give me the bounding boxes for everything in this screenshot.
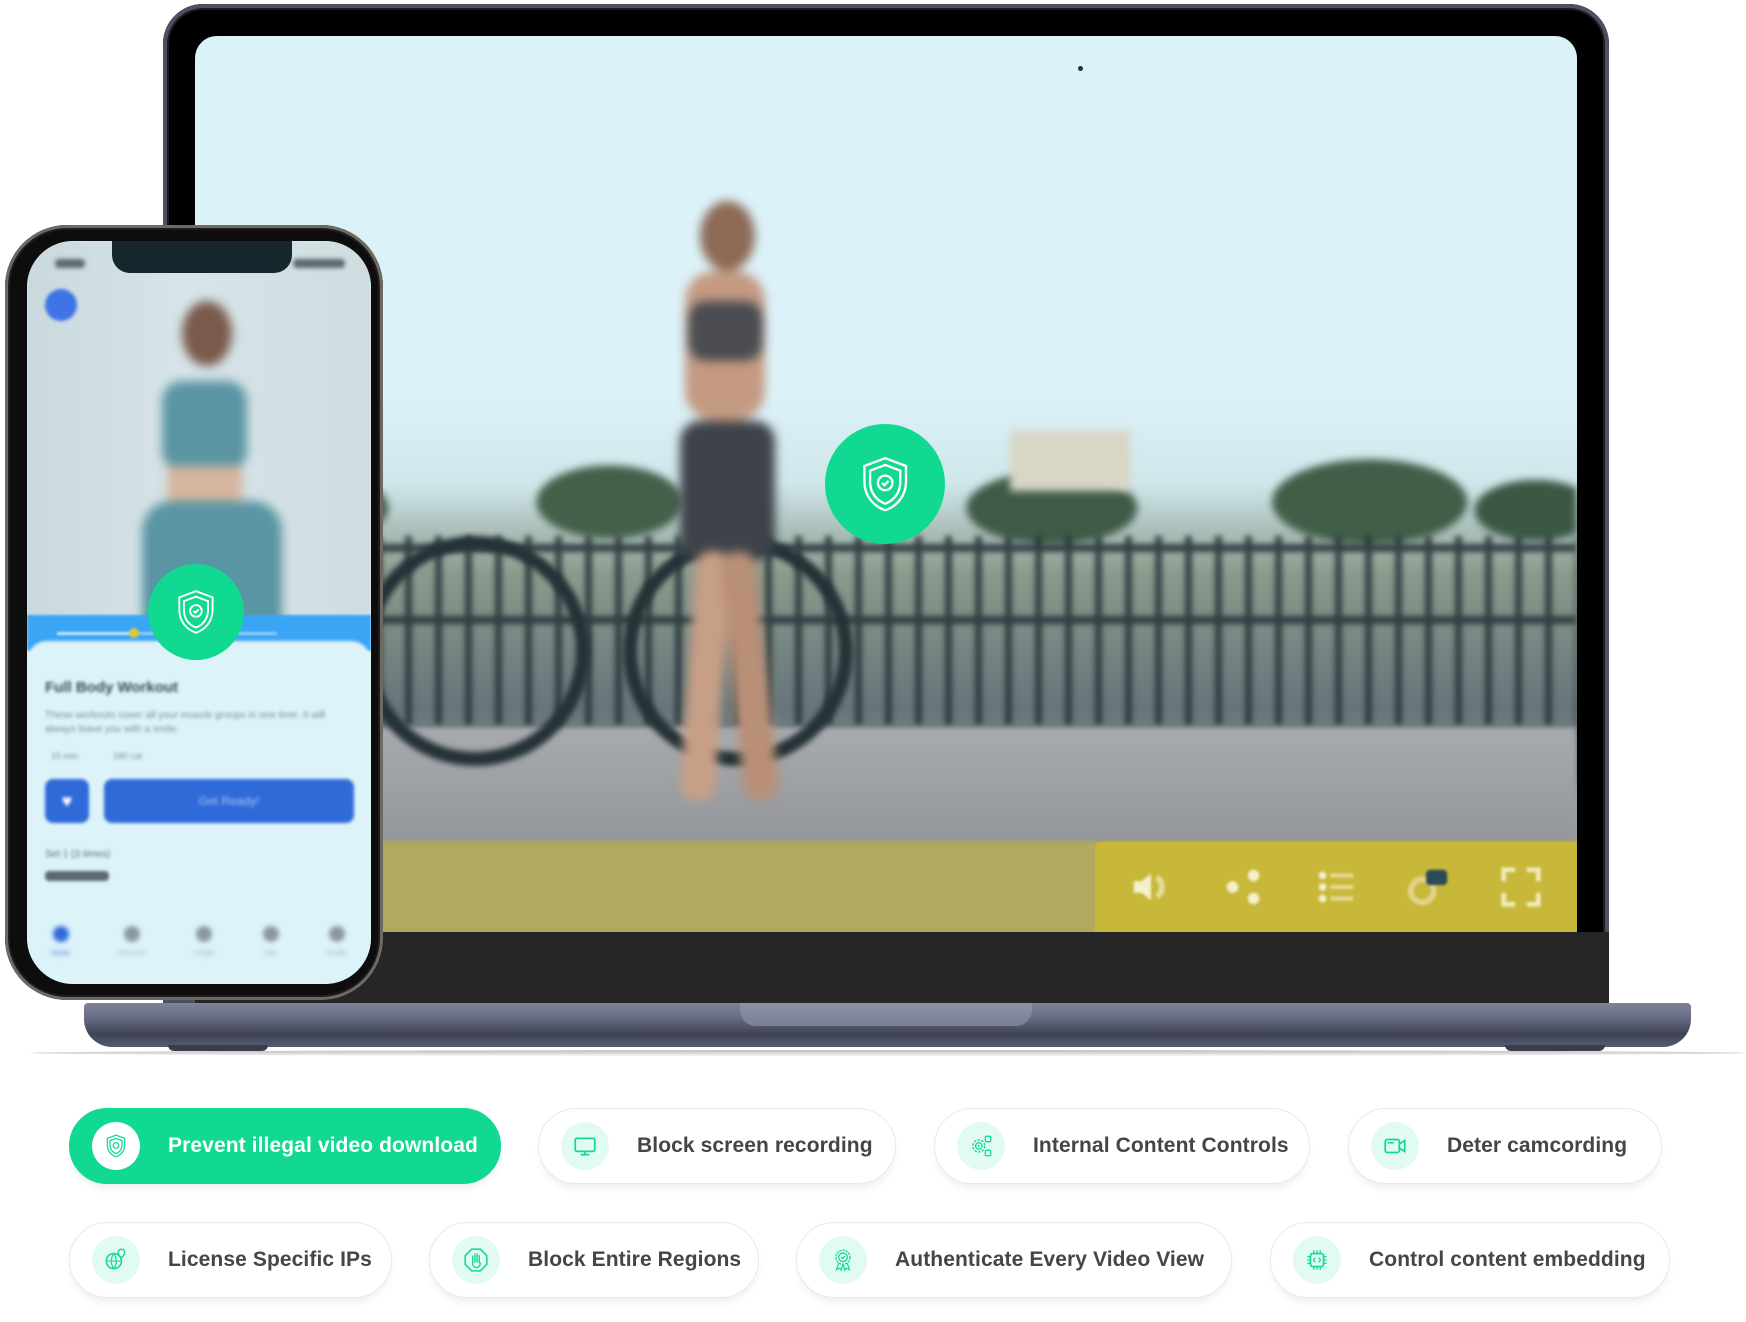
share-icon — [1226, 869, 1259, 905]
workout-card: Full Body Workout These workouts cover a… — [27, 641, 371, 984]
feature-pill-authenticate-video-view[interactable]: Authenticate Every Video View — [796, 1222, 1232, 1298]
laptop-shadow — [30, 1050, 1746, 1056]
fullscreen-icon — [1501, 867, 1541, 907]
speaker-icon — [1133, 873, 1165, 901]
feature-pill-block-screen-recording[interactable]: Block screen recording — [538, 1108, 896, 1184]
pill-icon-wrap — [957, 1122, 1005, 1170]
feature-pill-prevent-download[interactable]: Prevent illegal video download — [69, 1108, 501, 1184]
tab-diet[interactable]: Diet — [262, 926, 279, 957]
pill-icon-wrap — [561, 1122, 609, 1170]
feature-pill-block-entire-regions[interactable]: Block Entire Regions — [429, 1222, 759, 1298]
globe-pin-icon — [105, 1248, 126, 1270]
pill-label: Internal Content Controls — [1033, 1134, 1289, 1157]
pill-icon-wrap — [1293, 1236, 1341, 1284]
video-scene-person — [660, 201, 800, 841]
get-ready-button[interactable]: Get Ready! — [104, 779, 354, 823]
status-icons — [293, 259, 345, 268]
protection-badge-laptop — [825, 424, 945, 544]
tab-home[interactable]: Home — [51, 926, 70, 957]
diet-icon — [262, 926, 279, 942]
playlist-button[interactable] — [1309, 860, 1363, 914]
player-control-bar — [1095, 842, 1577, 932]
tab-profile[interactable]: Profile — [327, 926, 347, 957]
tab-discover[interactable]: Discover — [118, 926, 145, 957]
pill-icon-wrap — [92, 1122, 140, 1170]
workout-description: These workouts cover all your muscle gro… — [45, 710, 326, 735]
video-scene-building — [1010, 431, 1130, 491]
workout-calories-chip: 180 cal — [113, 751, 143, 761]
workout-duration-chip: 15 min — [51, 751, 79, 761]
feature-pill-deter-camcording[interactable]: Deter camcording — [1348, 1108, 1662, 1184]
pill-label: Control content embedding — [1369, 1248, 1646, 1271]
laptop-bezel-bottom — [195, 932, 1609, 1004]
pill-icon-wrap — [1371, 1122, 1419, 1170]
camera-dot — [1078, 66, 1083, 71]
phone-tab-bar: Home Discover Insight Diet Profile — [27, 914, 371, 984]
back-button[interactable] — [45, 289, 77, 321]
dynamic-island — [112, 241, 292, 273]
stop-hand-icon — [464, 1248, 488, 1272]
pill-icon-wrap — [819, 1236, 867, 1284]
laptop-base-notch — [740, 1003, 1032, 1026]
cast-icon — [1408, 869, 1448, 906]
pill-label: License Specific IPs — [168, 1248, 372, 1271]
pill-label: Block screen recording — [637, 1134, 873, 1157]
shield-check-icon — [178, 590, 214, 634]
cast-button[interactable] — [1401, 860, 1455, 914]
pill-label: Prevent illegal video download — [168, 1134, 478, 1157]
pill-label: Block Entire Regions — [528, 1248, 742, 1271]
home-icon — [52, 926, 69, 942]
badge-check-icon — [835, 1249, 851, 1272]
set-label: Set 1 (3 times) — [45, 849, 111, 860]
phone-progress-fill — [57, 632, 134, 635]
video-camera-icon — [1384, 1138, 1406, 1154]
user-icon — [328, 926, 345, 942]
heart-icon: ♥ — [61, 790, 73, 811]
status-time — [55, 259, 85, 268]
fullscreen-button[interactable] — [1494, 860, 1548, 914]
protection-badge-phone — [148, 564, 244, 660]
pill-icon-wrap — [452, 1236, 500, 1284]
shield-check-icon — [106, 1134, 126, 1158]
monitor-icon — [574, 1137, 596, 1156]
gear-play-icon — [972, 1135, 992, 1157]
pill-label: Authenticate Every Video View — [895, 1248, 1205, 1271]
volume-button[interactable] — [1124, 860, 1178, 914]
set-thumbnail — [45, 871, 109, 881]
feature-pill-control-embedding[interactable]: Control content embedding — [1270, 1222, 1670, 1298]
compass-icon — [123, 926, 140, 942]
pill-label: Deter camcording — [1447, 1134, 1628, 1157]
feature-pill-license-specific-ips[interactable]: License Specific IPs — [69, 1222, 392, 1298]
tab-insight[interactable]: Insight — [194, 926, 214, 957]
shield-check-icon — [863, 456, 907, 512]
chip-code-icon — [1307, 1250, 1327, 1270]
pill-icon-wrap — [92, 1236, 140, 1284]
chart-icon — [196, 926, 213, 942]
share-button[interactable] — [1217, 860, 1271, 914]
video-scene-bike-wheel — [360, 536, 590, 766]
phone-progress-thumb[interactable] — [129, 628, 139, 638]
feature-pill-internal-content-controls[interactable]: Internal Content Controls — [934, 1108, 1310, 1184]
workout-title: Full Body Workout — [45, 679, 179, 696]
favorite-button[interactable]: ♥ — [45, 779, 89, 823]
list-icon — [1318, 871, 1354, 903]
